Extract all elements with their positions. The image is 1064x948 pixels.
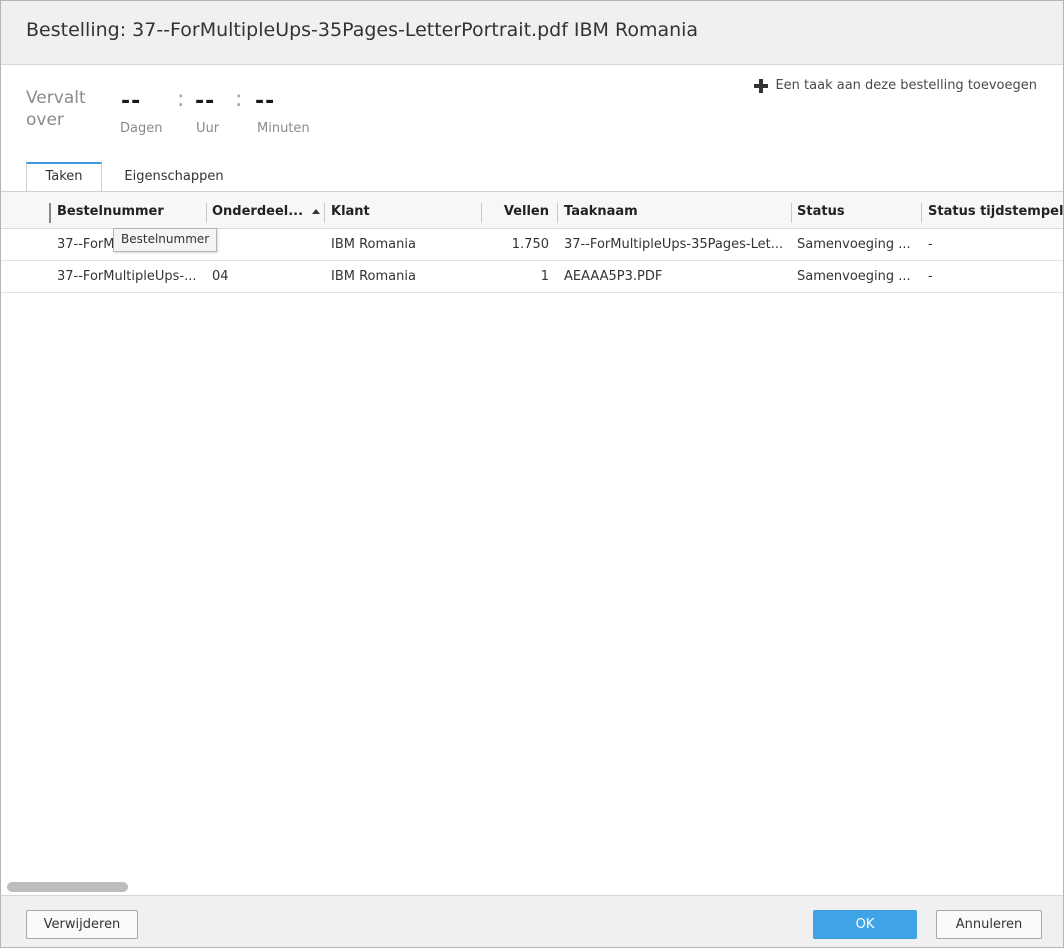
due-days-unit: Dagen [120,121,163,136]
cell-task-name: AEAAA5P3.PDF [564,269,663,284]
cell-client: IBM Romania [331,269,416,284]
cell-task-name: 37--ForMultipleUps-35Pages-Let... [564,237,784,252]
dialog-title: Bestelling: 37--ForMultipleUps-35Pages-L… [26,19,699,41]
cell-part: 04 [212,269,229,284]
column-divider[interactable] [206,203,207,223]
due-label-line1: Vervalt [26,88,86,108]
column-divider[interactable] [557,203,558,223]
cell-sheets: 1.750 [511,237,549,252]
due-label-line2: over [26,110,64,130]
column-header-vellen[interactable]: Vellen [487,192,549,228]
cell-order-number: 37--ForMultipleUps-... [57,269,197,284]
plus-icon [754,78,769,93]
sort-ascending-icon [312,209,320,214]
column-header-status-tijdstempel[interactable]: Status tijdstempel [928,192,1063,228]
column-divider[interactable] [324,203,325,223]
delete-button[interactable]: Verwijderen [26,910,138,939]
column-header-bestelnummer[interactable]: Bestelnummer [57,192,201,228]
column-header-onderdeel[interactable]: Onderdeel... [212,192,302,228]
due-minutes-unit: Minuten [257,121,310,136]
order-dialog: Bestelling: 37--ForMultipleUps-35Pages-L… [0,0,1064,948]
title-bar: Bestelling: 37--ForMultipleUps-35Pages-L… [1,1,1063,65]
column-header-klant[interactable]: Klant [331,192,471,228]
due-hours-unit: Uur [196,121,220,136]
cell-status: Samenvoeging ... [797,237,911,252]
table-row[interactable]: 37--ForMultipleUps-... 04 IBM Romania 1 … [1,261,1063,293]
cell-sheets: 1 [540,269,549,284]
tab-taken[interactable]: Taken [26,162,102,191]
due-separator-2: : [235,87,243,112]
ok-button[interactable]: OK [813,910,917,939]
due-label: Vervalt over [26,87,106,131]
cancel-button[interactable]: Annuleren [936,910,1042,939]
due-days-value: -- [121,89,142,114]
due-minutes-value: -- [255,89,276,114]
cell-client: IBM Romania [331,237,416,252]
column-header-status[interactable]: Status [797,192,907,228]
due-hours-value: -- [195,89,216,114]
add-task-label: Een taak aan deze bestelling toevoegen [775,78,1037,93]
tasks-grid: Bestelnummer Onderdeel... Klant Vellen T… [1,192,1063,895]
tab-eigenschappen[interactable]: Eigenschappen [107,163,241,191]
horizontal-scrollbar[interactable] [7,882,128,892]
cell-status: Samenvoeging ... [797,269,911,284]
cell-status-timestamp: - [928,237,933,252]
dialog-footer: Verwijderen OK Annuleren [1,895,1063,947]
due-separator-1: : [177,87,185,112]
column-resize-handle[interactable] [49,203,51,223]
cell-status-timestamp: - [928,269,933,284]
column-header-taaknaam[interactable]: Taaknaam [564,192,784,228]
column-divider[interactable] [921,203,922,223]
tab-bar: Taken Eigenschappen [1,162,1063,192]
add-task-link[interactable]: Een taak aan deze bestelling toevoegen [754,78,1037,93]
column-divider[interactable] [791,203,792,223]
grid-header: Bestelnummer Onderdeel... Klant Vellen T… [1,192,1063,229]
cell-part [212,229,312,260]
column-tooltip: Bestelnummer [113,228,218,252]
column-divider[interactable] [481,203,482,223]
